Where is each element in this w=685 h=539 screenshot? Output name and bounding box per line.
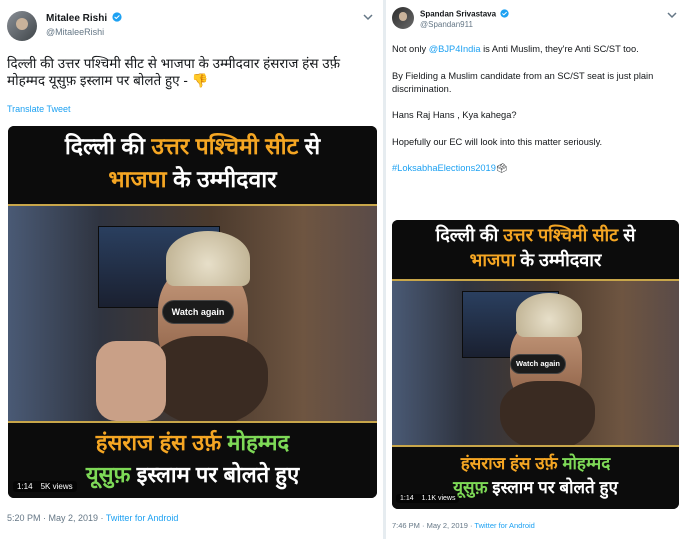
tweet-right: Spandan Srivastava @Spandan911 Not only … [386, 0, 685, 539]
video-hand [96, 341, 166, 421]
verified-badge-icon [112, 12, 122, 25]
video-views: 1.1K views [421, 495, 456, 502]
tweet-text: दिल्ली की उत्तर पश्चिमी सीट से भाजपा के … [7, 56, 341, 88]
video-views: 5K views [40, 482, 73, 491]
watch-again-button[interactable]: Watch again [162, 300, 234, 324]
author-name-row[interactable]: Spandan Srivastava [420, 9, 509, 20]
banner-line-2: भाजपा के उम्मीदवार [108, 166, 277, 192]
tweet-paragraph: By Fielding a Muslim candidate from an S… [392, 70, 654, 94]
chevron-down-icon[interactable] [666, 10, 678, 20]
video-beard [148, 336, 268, 421]
tweet-paragraph: Hopefully our EC will look into this mat… [392, 136, 603, 147]
tweet-timestamp[interactable]: 7:46 PM · May 2, 2019 · [392, 521, 474, 530]
tweet-meta: 5:20 PM · May 2, 2019 · Twitter for Andr… [7, 513, 178, 523]
video-player[interactable]: दिल्ली की उत्तर पश्चिमी सीट से भाजपा के … [8, 126, 377, 498]
author-handle[interactable]: @MitaleeRishi [46, 27, 104, 37]
video-beard [500, 381, 595, 445]
avatar[interactable] [7, 11, 37, 41]
tweet-text: Not only @BJP4India is Anti Muslim, they… [392, 43, 682, 189]
video-duration: 1:14 [17, 482, 33, 491]
ballot-box-icon: 🗳 [495, 163, 508, 173]
author-handle[interactable]: @Spandan911 [420, 20, 473, 29]
video-player[interactable]: दिल्ली की उत्तर पश्चिमी सीट से भाजपा के … [392, 220, 679, 509]
banner-line-2: भाजपा के उम्मीदवार [469, 250, 602, 270]
video-banner-top: दिल्ली की उत्तर पश्चिमी सीट से भाजपा के … [8, 126, 377, 204]
bottom-line-1: हंसराज हंस उर्फ़ मोहम्मद [95, 430, 290, 455]
translate-tweet-link[interactable]: Translate Tweet [7, 104, 71, 114]
banner-line-1: दिल्ली की उत्तर पश्चिमी सीट से [435, 225, 636, 245]
bottom-line-1: हंसराज हंस उर्फ़ मोहम्मद [460, 454, 611, 473]
video-cap [516, 293, 582, 337]
author-name[interactable]: Mitalee Rishi [46, 13, 107, 24]
tweet-meta: 7:46 PM · May 2, 2019 · Twitter for Andr… [392, 521, 535, 530]
hashtag-link[interactable]: #LoksabhaElections2019 [392, 163, 496, 173]
author-name[interactable]: Spandan Srivastava [420, 10, 496, 19]
tweet-paragraph: Not only @BJP4India is Anti Muslim, they… [392, 44, 639, 54]
chevron-down-icon[interactable] [362, 12, 374, 22]
video-stats: 1:14 5K views [13, 481, 77, 492]
tweet-paragraph: Hans Raj Hans , Kya kahega? [392, 110, 517, 120]
banner-line-1: दिल्ली की उत्तर पश्चिमी सीट से [64, 133, 321, 159]
verified-badge-icon [500, 9, 509, 20]
author-name-row[interactable]: Mitalee Rishi [46, 12, 122, 25]
video-duration: 1:14 [400, 495, 414, 502]
avatar[interactable] [392, 7, 414, 29]
watch-again-button[interactable]: Watch again [510, 354, 566, 374]
tweet-timestamp[interactable]: 5:20 PM · May 2, 2019 · [7, 513, 106, 523]
mention-link[interactable]: @BJP4India [429, 44, 481, 54]
tweet-source-link[interactable]: Twitter for Android [474, 521, 534, 530]
video-cap [166, 231, 250, 286]
tweet-left: Mitalee Rishi @MitaleeRishi दिल्ली की उत… [0, 0, 383, 539]
tweet-source-link[interactable]: Twitter for Android [106, 513, 179, 523]
video-banner-top: दिल्ली की उत्तर पश्चिमी सीट से भाजपा के … [392, 220, 679, 279]
tweet-paragraph: #LoksabhaElections2019🗳 [392, 162, 682, 175]
video-stats: 1:14 1.1K views [396, 494, 460, 503]
